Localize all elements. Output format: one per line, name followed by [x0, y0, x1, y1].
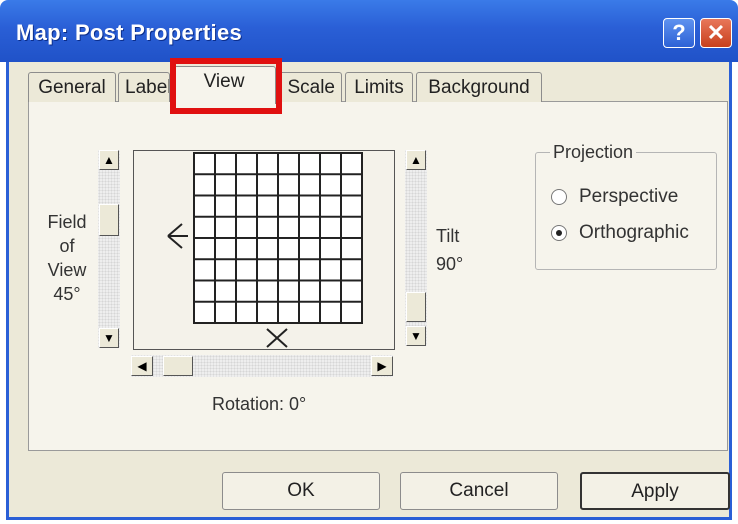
projection-title: Projection [550, 142, 637, 163]
radio-circle-icon[interactable] [551, 188, 567, 205]
scroll-down-button[interactable]: ▼ [99, 328, 119, 348]
window-title: Map: Post Properties [16, 20, 243, 45]
projection-group [535, 152, 717, 270]
field-of-view-label: Field of View 45° [40, 210, 94, 306]
scroll-up-button[interactable]: ▲ [99, 150, 119, 170]
radio-label: Perspective [579, 186, 679, 207]
scroll-right-button[interactable]: ▶ [371, 356, 393, 376]
rotation-label: Rotation: 0° [212, 394, 307, 414]
title-bar[interactable]: Map: Post Properties ? ✕ [0, 0, 738, 62]
tab-general[interactable]: General [28, 72, 116, 102]
tilt-text: Tilt [436, 226, 460, 246]
field-of-view-scrollbar[interactable]: ▲ ▼ [98, 150, 120, 348]
tilt-thumb[interactable] [406, 292, 426, 322]
help-button[interactable]: ? [663, 18, 695, 48]
tilt-scrollbar[interactable]: ▲ ▼ [405, 150, 427, 346]
radio-label: Orthographic [579, 222, 689, 243]
scroll-left-button[interactable]: ◀ [131, 356, 153, 376]
tilt-value: 90° [436, 254, 464, 274]
fov-line2: of [59, 236, 75, 256]
cancel-button[interactable]: Cancel [400, 472, 558, 510]
y-axis-marker-icon [167, 223, 188, 249]
grid-preview [193, 152, 363, 324]
tab-scale[interactable]: Scale [278, 72, 342, 102]
dialog-window: Map: Post Properties ? ✕ General Labels … [0, 0, 738, 524]
tilt-label: Tilt 90° [436, 222, 476, 278]
highlight-annotation [170, 58, 282, 114]
rotation-scrollbar[interactable]: ◀ ▶ [131, 355, 393, 377]
tab-background[interactable]: Background [416, 72, 542, 102]
scroll-up-button[interactable]: ▲ [406, 150, 426, 170]
field-of-view-thumb[interactable] [99, 204, 119, 236]
fov-line3: View [47, 260, 87, 280]
tab-limits[interactable]: Limits [345, 72, 413, 102]
x-axis-marker-icon [266, 328, 288, 348]
ok-button[interactable]: OK [222, 472, 380, 510]
fov-value: 45° [53, 284, 81, 304]
fov-line1: Field [47, 212, 87, 232]
radio-orthographic[interactable]: Orthographic [551, 222, 689, 244]
tab-labels[interactable]: Labels [118, 72, 170, 102]
radio-selected-icon[interactable] [551, 224, 567, 241]
radio-perspective[interactable]: Perspective [551, 186, 678, 208]
close-button[interactable]: ✕ [700, 18, 732, 48]
rotation-thumb[interactable] [163, 356, 193, 376]
apply-button[interactable]: Apply [580, 472, 730, 510]
scroll-down-button[interactable]: ▼ [406, 326, 426, 346]
